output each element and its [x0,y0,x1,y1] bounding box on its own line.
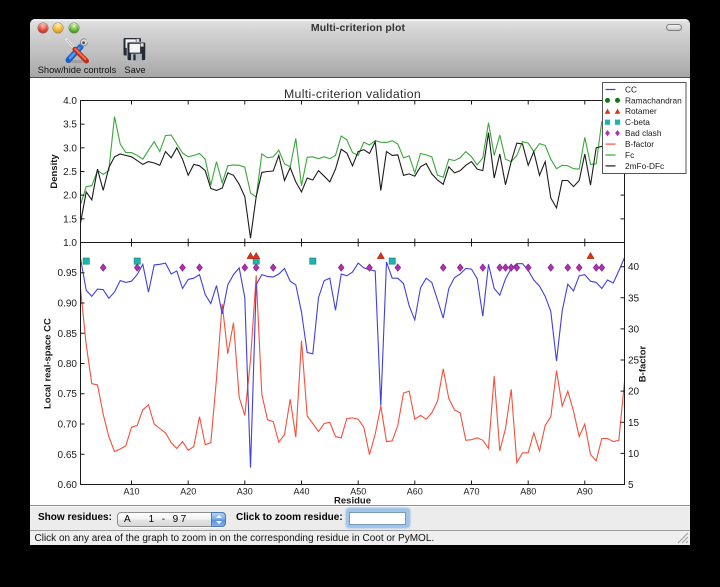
svg-text:20: 20 [628,387,640,398]
svg-text:B-factor: B-factor [638,345,649,382]
svg-text:Bad clash: Bad clash [625,128,662,138]
svg-text:30: 30 [628,324,640,335]
svg-text:A60: A60 [407,487,423,497]
svg-text:1.0: 1.0 [63,238,77,249]
svg-text:0.95: 0.95 [58,268,78,279]
svg-text:35: 35 [628,293,640,304]
svg-text:40: 40 [628,262,640,273]
svg-text:3.5: 3.5 [63,120,77,131]
svg-text:0.65: 0.65 [58,450,78,461]
svg-text:5: 5 [628,480,634,491]
svg-text:0.75: 0.75 [58,389,78,400]
svg-text:Multi-criterion validation: Multi-criterion validation [284,87,421,101]
svg-text:3.0: 3.0 [63,143,77,154]
svg-text:2mFo-DFc: 2mFo-DFc [625,161,664,171]
svg-text:15: 15 [628,418,640,429]
svg-text:B-factor: B-factor [625,139,654,149]
svg-text:4.0: 4.0 [63,96,77,107]
svg-text:Ramachandran: Ramachandran [625,95,682,105]
svg-text:Residue: Residue [334,496,371,506]
svg-text:A10: A10 [123,487,139,497]
svg-text:10: 10 [628,449,640,460]
svg-text:2.5: 2.5 [63,167,77,178]
svg-text:0.60: 0.60 [58,480,78,491]
svg-text:2.0: 2.0 [63,191,77,202]
svg-text:A30: A30 [237,487,253,497]
svg-text:0.85: 0.85 [58,329,78,340]
svg-text:Local real-space CC: Local real-space CC [43,318,54,409]
svg-text:1.5: 1.5 [63,214,77,225]
svg-text:A90: A90 [577,487,593,497]
svg-text:Rotamer: Rotamer [625,106,657,116]
svg-text:A80: A80 [520,487,536,497]
svg-text:A70: A70 [463,487,479,497]
svg-text:A40: A40 [293,487,309,497]
svg-text:A20: A20 [180,487,196,497]
svg-text:Fc: Fc [625,150,634,160]
svg-text:0.80: 0.80 [58,359,78,370]
svg-text:0.90: 0.90 [58,299,78,310]
svg-text:0.70: 0.70 [58,420,78,431]
svg-text:CC: CC [625,84,637,94]
svg-text:Density: Density [49,154,60,189]
svg-text:C-beta: C-beta [625,117,650,127]
